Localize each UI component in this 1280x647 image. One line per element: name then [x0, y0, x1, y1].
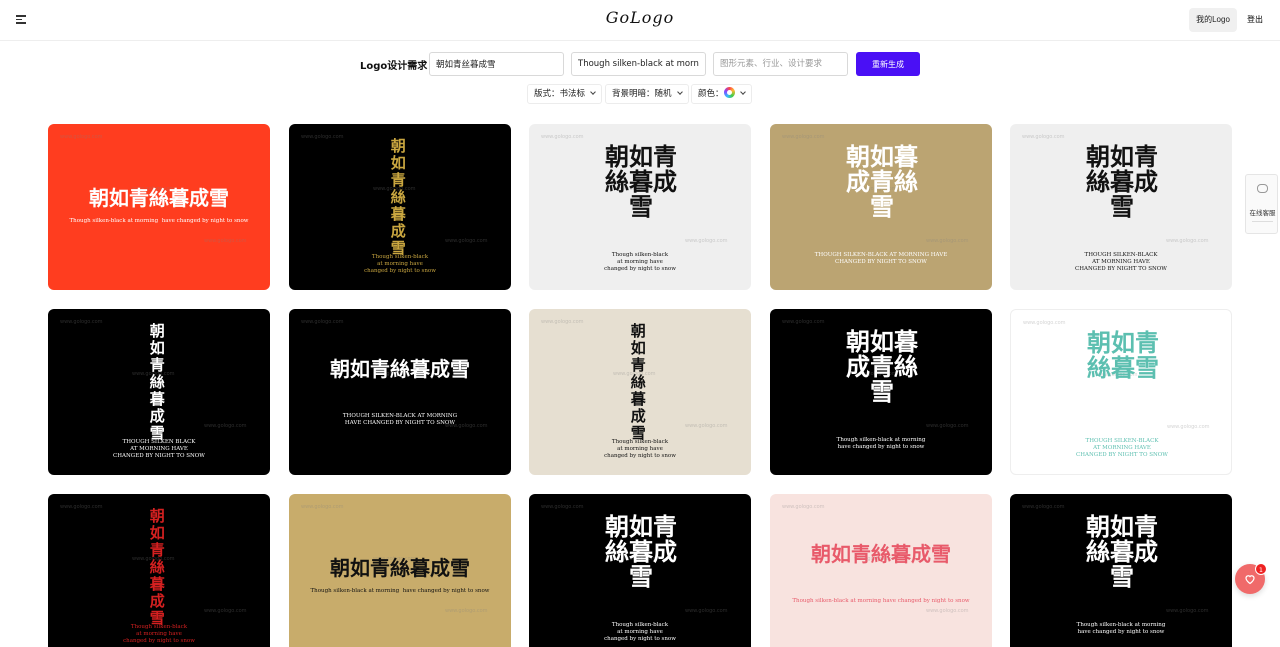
logo-slogan-text: Though silken-black at morning have chan…	[604, 252, 676, 273]
watermark: www.gologo.com	[926, 238, 969, 244]
watermark: www.gologo.com	[60, 504, 103, 510]
watermark: www.gologo.com	[685, 608, 728, 614]
my-logo-button[interactable]: 我的Logo	[1189, 8, 1237, 32]
heart-icon	[1245, 575, 1255, 585]
logo-chinese-text: 朝如青絲暮成雪	[147, 323, 166, 442]
logo-slogan-text: Though silken-black at morning have chan…	[123, 624, 195, 645]
watermark: www.gologo.com	[541, 134, 584, 140]
watermark: www.gologo.com	[1166, 238, 1209, 244]
watermark: www.gologo.com	[1022, 134, 1065, 140]
logo-chinese-text: 朝如暮成青絲雪	[846, 142, 918, 222]
watermark: www.gologo.com	[204, 608, 247, 614]
logo-card[interactable]: www.gologo.com www.gologo.com www.gologo.c…	[529, 309, 751, 475]
layout-filter[interactable]: 版式：书法标	[527, 84, 603, 104]
watermark: www.gologo.com	[204, 423, 247, 429]
logo-card[interactable]: www.gologo.com www.gologo.com www.gologo.c…	[770, 124, 992, 290]
logo-slogan-text: Though silken-black at morning have chan…	[1076, 622, 1166, 636]
logo-slogan-text: THOUGH SILKEN BLACK AT MORNING HAVE CHAN…	[113, 439, 205, 460]
logo-slogan-text: Though silken-black at morning have chan…	[604, 622, 676, 643]
logo-card[interactable]: www.gologo.com www.gologo.com www.gologo.c…	[529, 124, 751, 290]
logo-card[interactable]: www.gologo.com www.gologo.com www.gologo.c…	[48, 124, 270, 290]
watermark: www.gologo.com	[926, 423, 969, 429]
watermark: www.gologo.com	[541, 504, 584, 510]
logo-chinese-text: 朝如青絲暮雪	[1087, 328, 1159, 383]
logo-slogan-text: Though silken-black at morning have chan…	[364, 254, 436, 275]
watermark: www.gologo.com	[1023, 320, 1066, 326]
watermark: www.gologo.com	[541, 319, 584, 325]
logo-chinese-text: 朝如青絲暮成雪	[388, 138, 407, 257]
watermark: www.gologo.com	[301, 504, 344, 510]
customer-service-panel[interactable]: 在线客服	[1245, 174, 1278, 234]
watermark: www.gologo.com	[1166, 608, 1209, 614]
watermark: www.gologo.com	[301, 319, 344, 325]
logo-slogan-text: Though silken-black at morning have chan…	[604, 439, 676, 460]
logo-chinese-text: 朝如青絲暮成雪	[147, 508, 166, 627]
logo-card[interactable]: www.gologo.com www.gologo.com www.gologo.c…	[289, 124, 511, 290]
watermark: www.gologo.com	[926, 608, 969, 614]
logo-slogan-text: THOUGH SILKEN-BLACK AT MORNING HAVE CHAN…	[814, 252, 948, 266]
brightness-filter[interactable]: 背景明暗：随机	[605, 84, 689, 104]
logo-card[interactable]: www.gologo.com www.gologo.com www.gologo.c…	[1010, 124, 1232, 290]
watermark: www.gologo.com	[60, 319, 103, 325]
brightness-filter-label: 背景明暗：随机	[612, 89, 672, 99]
customer-service-label: 在线客服	[1249, 209, 1276, 217]
watermark: www.gologo.com	[1167, 424, 1210, 430]
logo-chinese-text: 朝如青絲暮成雪	[89, 186, 229, 210]
watermark: www.gologo.com	[60, 134, 103, 140]
logo-chinese-text: 朝如青絲暮成雪	[605, 512, 677, 592]
watermark: www.gologo.com	[445, 608, 488, 614]
watermark: www.gologo.com	[204, 238, 247, 244]
logo-card[interactable]: www.gologo.com www.gologo.com www.gologo.c…	[1010, 494, 1232, 647]
logo-slogan-text: THOUGH SILKEN-BLACK AT MORNING HAVE CHAN…	[1075, 252, 1167, 273]
app-logo[interactable]: GoLogo	[0, 8, 1280, 27]
logo-chinese-text: 朝如青絲暮成雪	[605, 142, 677, 222]
regenerate-button[interactable]: 重新生成	[856, 52, 920, 76]
logo-slogan-text: Though silken-black at morning have chan…	[69, 218, 249, 224]
watermark: www.gologo.com	[1022, 504, 1065, 510]
chevron-down-icon	[676, 89, 683, 95]
logo-card[interactable]: www.gologo.com www.gologo.com www.gologo.c…	[529, 494, 751, 647]
top-header: GoLogo 我的Logo 登出	[0, 0, 1280, 41]
divider	[1252, 221, 1273, 222]
color-wheel-icon	[723, 87, 735, 98]
watermark: www.gologo.com	[445, 238, 488, 244]
watermark: www.gologo.com	[782, 504, 825, 510]
logo-slogan-text: Though silken-black at morning have chan…	[836, 437, 926, 451]
chevron-down-icon	[590, 89, 596, 95]
watermark: www.gologo.com	[301, 134, 344, 140]
watermark: www.gologo.com	[685, 238, 728, 244]
design-description-input[interactable]	[713, 52, 848, 76]
logo-card[interactable]: www.gologo.com www.gologo.com www.gologo.c…	[1010, 309, 1232, 475]
logo-card[interactable]: www.gologo.com www.gologo.com www.gologo.c…	[289, 494, 511, 647]
logo-chinese-text: 朝如青絲暮成雪	[330, 556, 470, 580]
logo-card[interactable]: www.gologo.com www.gologo.com www.gologo.c…	[770, 494, 992, 647]
brand-name-input[interactable]	[429, 52, 564, 76]
chat-icon	[1257, 184, 1268, 193]
logo-chinese-text: 朝如暮成青絲雪	[846, 327, 918, 407]
logo-chinese-text: 朝如青絲暮成雪	[811, 542, 951, 566]
logo-chinese-text: 朝如青絲暮成雪	[1086, 512, 1158, 592]
watermark: www.gologo.com	[782, 134, 825, 140]
logo-slogan-text: Though silken-black at morning have chan…	[792, 598, 970, 604]
watermark: www.gologo.com	[782, 319, 825, 325]
logo-slogan-text: THOUGH SILKEN-BLACK AT MORNING HAVE CHAN…	[342, 413, 458, 427]
logo-card[interactable]: www.gologo.com www.gologo.com www.gologo.c…	[48, 309, 270, 475]
logo-chinese-text: 朝如青絲暮成雪	[1086, 142, 1158, 222]
logo-chinese-text: 朝如青絲暮成雪	[330, 357, 470, 381]
logo-slogan-text: Though silken-black at morning have chan…	[310, 588, 490, 594]
slogan-input[interactable]	[571, 52, 706, 76]
watermark: www.gologo.com	[685, 423, 728, 429]
logo-card[interactable]: www.gologo.com www.gologo.com www.gologo.c…	[770, 309, 992, 475]
color-filter-label: 颜色：	[698, 89, 724, 99]
logo-chinese-text: 朝如青絲暮成雪	[628, 323, 647, 442]
requirement-label: Logo设计需求	[360, 61, 428, 72]
layout-filter-label: 版式：书法标	[534, 89, 586, 99]
favorites-count-badge: 1	[1255, 563, 1267, 575]
logo-card[interactable]: www.gologo.com www.gologo.com www.gologo.c…	[48, 494, 270, 647]
chevron-down-icon	[739, 89, 746, 95]
logout-button[interactable]: 登出	[1243, 8, 1267, 32]
logo-card[interactable]: www.gologo.com www.gologo.com www.gologo.c…	[289, 309, 511, 475]
color-filter[interactable]: 颜色：	[691, 84, 752, 104]
logo-slogan-text: THOUGH SILKEN-BLACK AT MORNING HAVE CHAN…	[1076, 438, 1168, 459]
